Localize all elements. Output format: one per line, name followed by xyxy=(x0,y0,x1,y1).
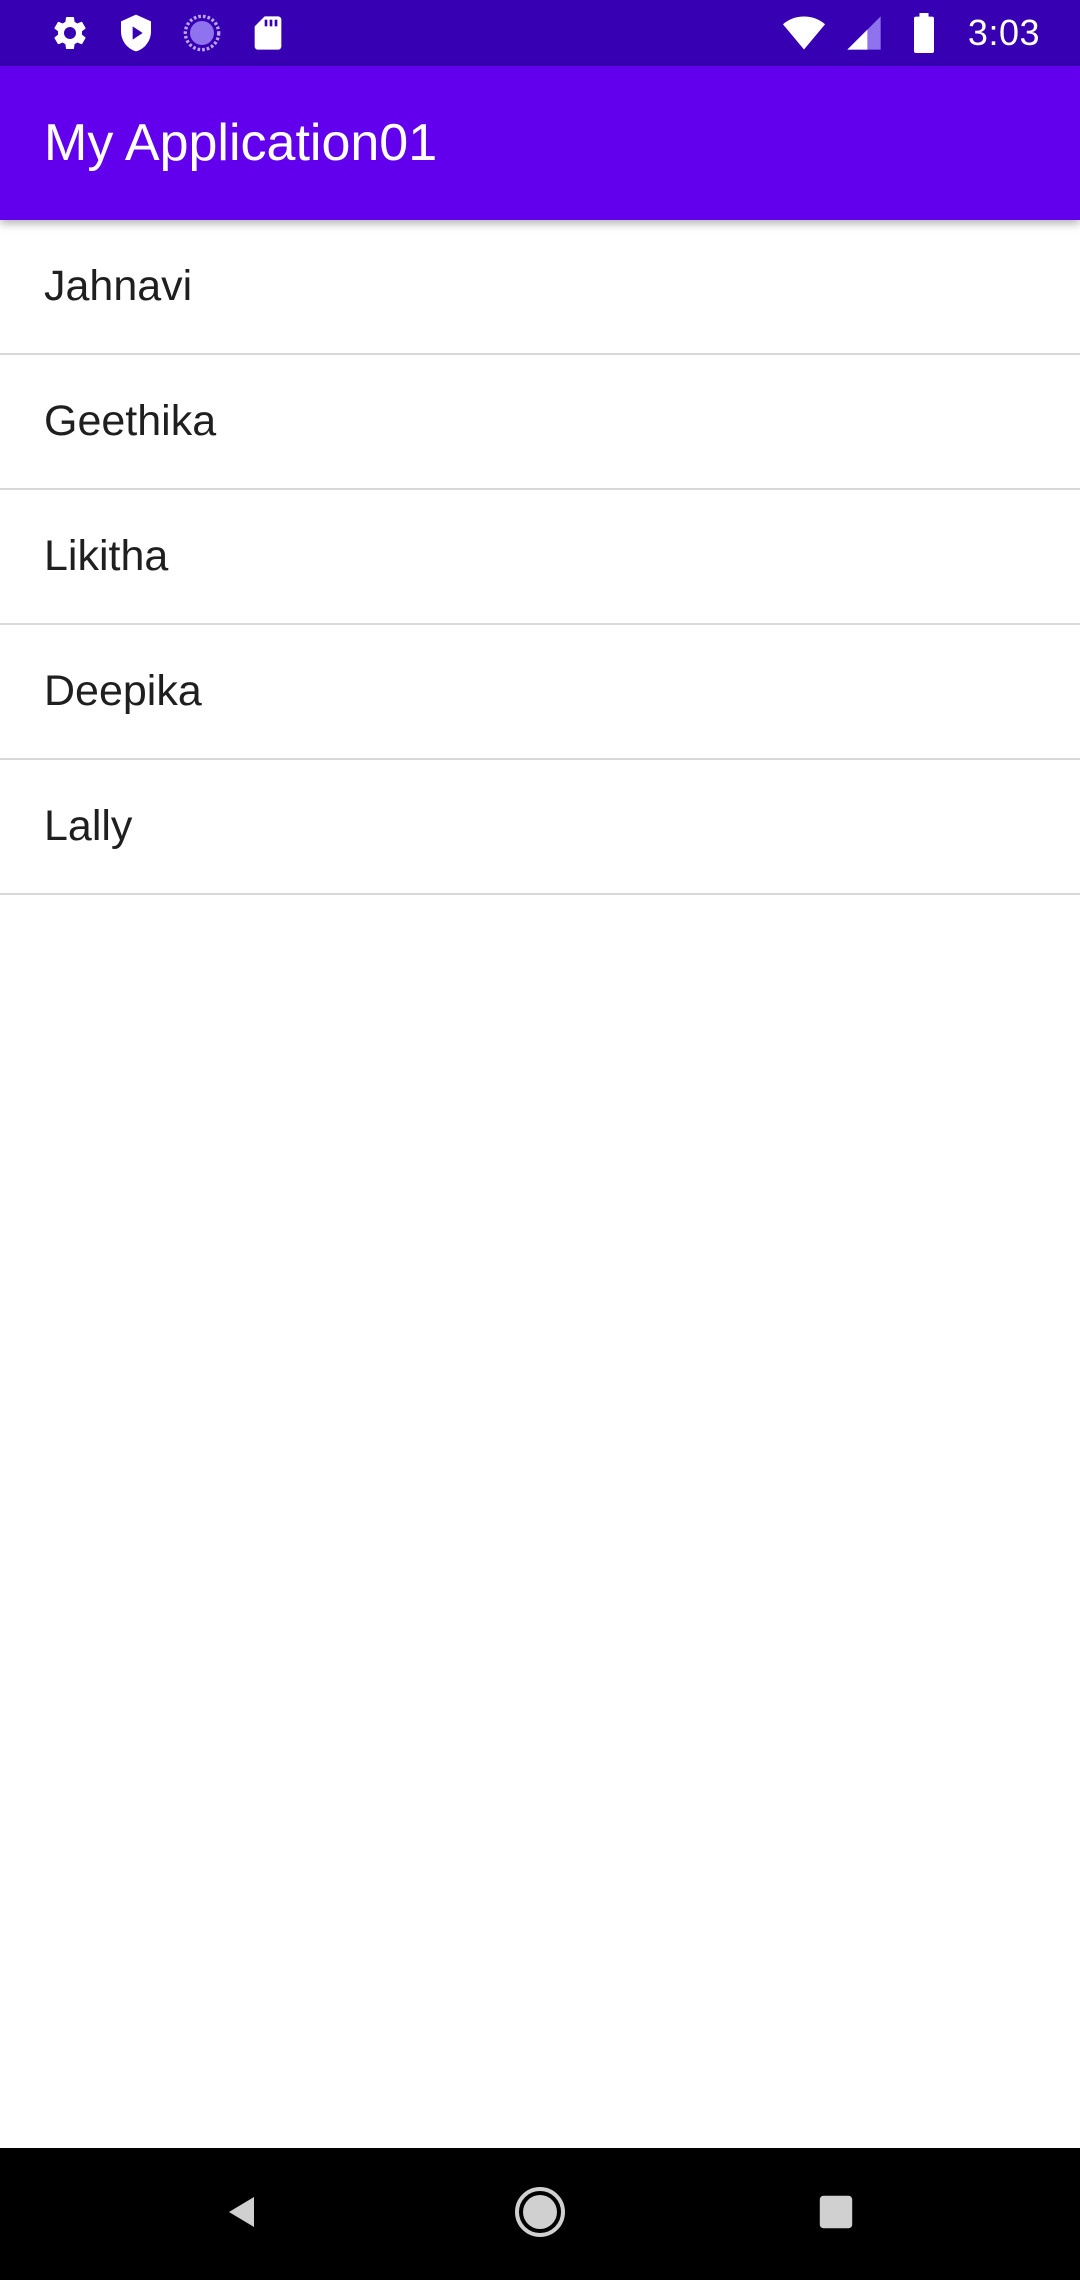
list-item-label: Lally xyxy=(44,802,133,850)
back-icon xyxy=(222,2192,262,2237)
list-item[interactable]: Deepika xyxy=(0,625,1080,760)
list-item[interactable]: Likitha xyxy=(0,490,1080,625)
recents-icon xyxy=(818,2194,854,2235)
status-right-icons: 3:03 xyxy=(782,0,1040,66)
sd-card-icon xyxy=(246,11,290,55)
list-item-label: Jahnavi xyxy=(44,262,193,310)
settings-icon xyxy=(48,11,92,55)
list-item-label: Likitha xyxy=(44,532,169,580)
shield-play-icon xyxy=(114,11,158,55)
home-button[interactable] xyxy=(474,2148,606,2280)
home-icon xyxy=(513,2185,567,2244)
list-item-label: Geethika xyxy=(44,397,217,445)
recents-button[interactable] xyxy=(770,2148,902,2280)
wifi-icon xyxy=(782,11,826,55)
list-item[interactable]: Jahnavi xyxy=(0,220,1080,355)
battery-icon xyxy=(902,11,946,55)
list-item[interactable]: Lally xyxy=(0,760,1080,895)
list-item[interactable]: Geethika xyxy=(0,355,1080,490)
sync-circle-icon xyxy=(180,11,224,55)
clock: 3:03 xyxy=(967,12,1040,53)
list-item-label: Deepika xyxy=(44,667,202,715)
names-list: Jahnavi Geethika Likitha Deepika Lally xyxy=(0,220,1080,895)
app-bar: My Application01 xyxy=(0,66,1080,220)
navigation-bar xyxy=(0,2148,1080,2280)
app-title: My Application01 xyxy=(44,114,438,172)
back-button[interactable] xyxy=(176,2148,308,2280)
cell-signal-icon xyxy=(842,11,886,55)
status-left-icons xyxy=(48,0,290,66)
screen: 3:03 My Application01 Jahnavi Geethika L… xyxy=(0,0,1080,2280)
status-bar: 3:03 xyxy=(0,0,1080,66)
